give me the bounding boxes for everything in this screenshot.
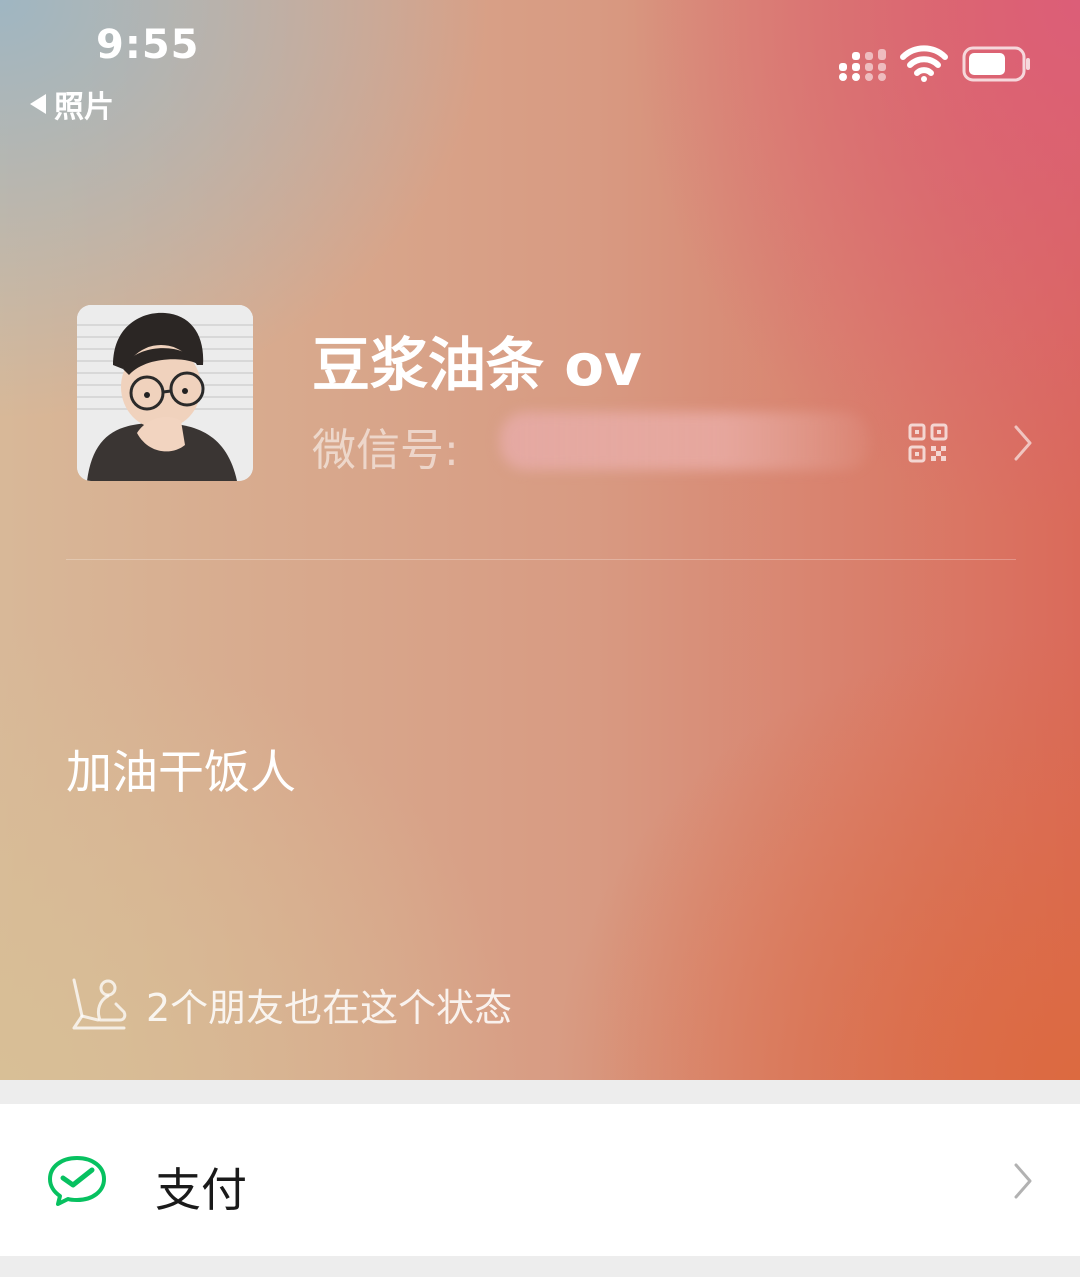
avatar-photo xyxy=(77,305,253,481)
battery-icon xyxy=(962,46,1030,82)
status-text[interactable]: 加油干饭人 xyxy=(66,736,296,802)
friends-status-row[interactable]: 2个朋友也在这个状态 xyxy=(70,976,512,1032)
chevron-right-icon xyxy=(1014,1163,1032,1199)
profile-header: 9:55 照片 豆浆油条 ov 微信号: 加油干饭人 2个朋友也在这个状态 xyxy=(0,0,1080,1080)
wechat-pay-icon xyxy=(48,1156,106,1206)
friends-status-text: 2个朋友也在这个状态 xyxy=(146,985,513,1030)
chevron-right-icon[interactable] xyxy=(1012,423,1034,463)
back-arrow-icon xyxy=(30,94,46,114)
signal-icon xyxy=(839,49,886,81)
wechat-id-label: 微信号: xyxy=(312,425,459,476)
status-time: 9:55 xyxy=(96,22,200,68)
menu-item-label: 支付 xyxy=(155,1163,247,1217)
header-divider xyxy=(66,559,1016,560)
back-to-photos-link[interactable]: 照片 xyxy=(30,82,114,126)
qr-code-icon[interactable] xyxy=(908,423,948,463)
wifi-icon xyxy=(900,45,948,82)
menu-item-pay[interactable]: 支付 xyxy=(0,1104,1080,1256)
avatar[interactable] xyxy=(77,305,253,481)
back-label: 照片 xyxy=(54,90,114,125)
wechat-id-redacted xyxy=(500,412,870,470)
person-lounging-icon xyxy=(72,978,127,1030)
profile-name: 豆浆油条 ov xyxy=(312,331,642,399)
